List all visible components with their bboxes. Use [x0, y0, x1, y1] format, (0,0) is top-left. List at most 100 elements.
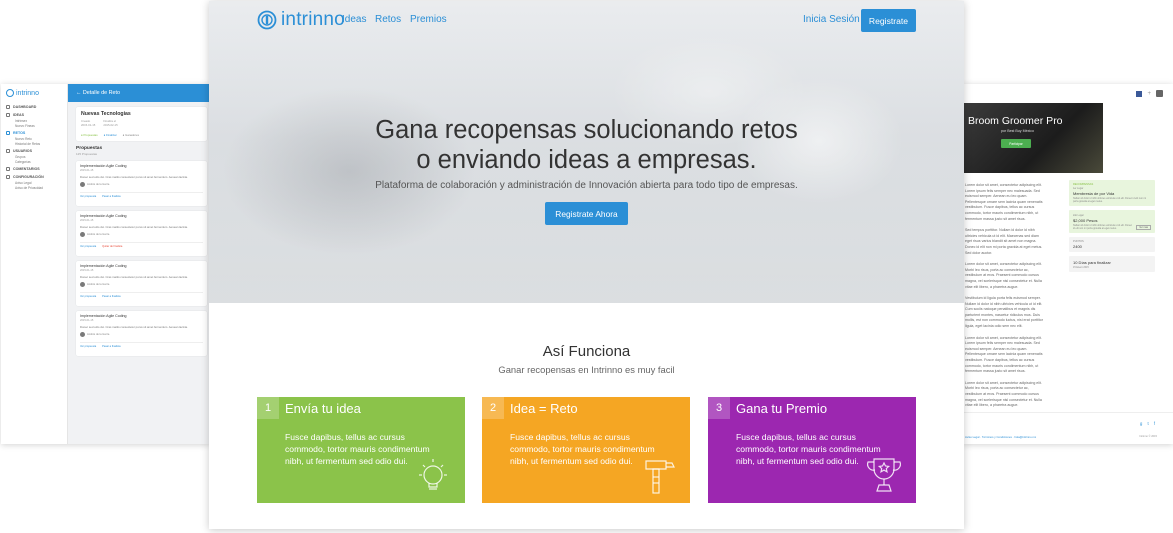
dashboard-screen: intrinno DASHBOARD IDEAS Intrinsex Nuevo Fi…: [1, 84, 210, 444]
dashboard-logo[interactable]: intrinno: [1, 84, 67, 102]
lightbulb-icon: [419, 459, 447, 490]
sidebar-subitem[interactable]: Aviso de Privacidad: [1, 185, 67, 190]
propuesta-title[interactable]: Implementación Agile Coding: [80, 164, 203, 168]
ver-propuesta-link[interactable]: Ver propuesta: [80, 245, 96, 248]
sidebar-section-dashboard[interactable]: DASHBOARD: [1, 102, 67, 110]
ver-propuesta-link[interactable]: Ver propuesta: [80, 345, 96, 348]
tag-propuestas[interactable]: ● Propuestas: [81, 133, 98, 137]
propuesta-title[interactable]: Implementación Agile Coding: [80, 264, 203, 268]
points-box: PUNTOS 2400: [1069, 237, 1155, 252]
sidebar-section-retos[interactable]: RETOS: [1, 128, 67, 136]
description-paragraph: Lorem dolor sit amet, consectetur adipis…: [965, 335, 1043, 374]
step-card-2: 2 Idea = Reto Fusce dapibus, tellus ac c…: [482, 397, 690, 503]
reto-card: Nuevas Tecnologias Creado 2015-01-15 Fina…: [76, 107, 207, 141]
author-name: Andrés de la Garza: [87, 232, 110, 236]
plus-icon[interactable]: +: [1147, 91, 1151, 97]
nav-link-retos[interactable]: Retos: [375, 14, 401, 25]
author-name: Andrés de la Garza: [87, 332, 110, 336]
tag-ganadores[interactable]: ● Ganadores: [123, 133, 139, 137]
section-icon: [6, 167, 10, 171]
hero-title-line2: o enviando ideas a empresas.: [416, 146, 757, 174]
sidebar-menu: DASHBOARD IDEAS Intrinsex Nuevo Fineas RETOS…: [1, 102, 67, 190]
top-navbar: intrinno Ideas Retos Premios Inicia Sesi…: [209, 1, 964, 41]
step-number: 3: [708, 397, 730, 419]
description-paragraph: Lorem dolor sit amet, consectetur adipis…: [965, 380, 1042, 408]
sidebar-section-configuración[interactable]: CONFIGURACIÓN: [1, 172, 67, 180]
hammer-icon: [645, 460, 675, 494]
ver-propuesta-link[interactable]: Ver propuesta: [80, 295, 96, 298]
description-paragraph: Lorem dolor sit amet, consectetur adipis…: [965, 262, 1042, 289]
login-link[interactable]: Inicia Sesión: [803, 14, 860, 25]
step-number: 1: [257, 397, 279, 419]
register-now-button[interactable]: Registrate Ahora: [545, 202, 628, 225]
avatar: [80, 331, 85, 337]
sidebar-section-comentarios[interactable]: COMENTARIOS: [1, 164, 67, 172]
step-title: Gana tu Premio: [736, 401, 828, 416]
step-title: Envía tu idea: [285, 401, 361, 416]
footer-copyright: Intrinno © 2015: [1139, 435, 1157, 438]
propuesta-date: 2015-01-15: [80, 268, 94, 272]
detail-header-title[interactable]: ← Detalle de Reto: [76, 90, 120, 96]
propuesta-text: Donec sed odio dui. Cras mattis consecte…: [80, 324, 188, 329]
step-card-3: 3 Gana tu Premio Fusce dapibus, tellus a…: [708, 397, 916, 503]
section-label: COMENTARIOS: [13, 167, 40, 171]
section-icon: [6, 131, 10, 135]
ver-propuesta-link[interactable]: Ver propuesta: [80, 195, 96, 198]
finalista-action-link[interactable]: Pasar a finalista: [102, 345, 120, 348]
tag-label: Propuestas: [83, 133, 98, 137]
description-paragraph: Vestibulum id ligula porta felis euismod…: [965, 296, 1043, 329]
register-button[interactable]: Registrate: [861, 9, 916, 32]
sidebar-section-usuarios[interactable]: USUARIOS: [1, 146, 67, 154]
ver-mas-button[interactable]: Ver mas: [1136, 225, 1151, 230]
section-icon: [6, 149, 10, 153]
finalista-action-link[interactable]: Pasar a finalista: [102, 295, 120, 298]
tag-finalizar[interactable]: ● Finalizar: [104, 133, 117, 137]
reward-footer: Aviso Legal · Términos y Condiciones · h…: [963, 412, 1173, 444]
logo-icon: [257, 10, 277, 30]
propuesta-actions: Ver propuesta Pasar a finalista: [80, 341, 203, 348]
section-label: IDEAS: [13, 113, 24, 117]
participar-button[interactable]: Participar: [1001, 139, 1031, 148]
landing-page: intrinno Ideas Retos Premios Inicia Sesi…: [209, 1, 964, 529]
dashboard-logo-text: intrinno: [16, 89, 39, 97]
social-icons[interactable]: g t f: [1140, 421, 1157, 426]
days-remaining: 10 Días para finalizar: [1073, 260, 1111, 265]
section-icon: [6, 175, 10, 179]
meta-value: 2015-02-15: [103, 123, 118, 127]
avatar[interactable]: [1156, 90, 1163, 97]
reward-description: Lorem dolor sit amet, consectetur adipis…: [965, 183, 1043, 415]
notification-icon[interactable]: [1136, 90, 1143, 97]
propuesta-text: Donec sed odio dui. Cras mattis consecte…: [80, 174, 188, 179]
propuesta-actions: Ver propuesta Quitar de finalista: [80, 241, 203, 248]
reward-detail-screen: + Broom Groomer Pro por Best Buy México …: [963, 84, 1173, 444]
propuesta-card: Implementación Agile Coding 2015-01-15 Don…: [76, 310, 207, 356]
finalista-action-link[interactable]: Pasar a finalista: [102, 195, 120, 198]
brand-name: intrinno: [281, 9, 345, 30]
propuesta-date: 2015-01-15: [80, 218, 94, 222]
meta-value: 2015-01-15: [81, 123, 96, 127]
avatar: [80, 181, 85, 187]
reward-desc-row: Nullam id dolor id nibh ultricies vehicu…: [1073, 223, 1151, 230]
avatar: [80, 231, 85, 237]
propuesta-title[interactable]: Implementación Agile Coding: [80, 214, 203, 218]
nav-link-ideas[interactable]: Ideas: [342, 14, 366, 25]
brand-logo[interactable]: intrinno: [257, 9, 345, 31]
propuesta-text: Donec sed odio dui. Cras mattis consecte…: [80, 274, 188, 279]
step-card-1: 1 Envía tu idea Fusce dapibus, tellus ac…: [257, 397, 465, 503]
section-icon: [6, 105, 10, 109]
dashboard-main: ← Detalle de Reto Nuevas Tecnologias Cre…: [68, 84, 210, 444]
hero-section: intrinno Ideas Retos Premios Inicia Sesi…: [209, 1, 964, 303]
reto-tags: ● Propuestas ● Finalizar ● Ganadores: [81, 133, 202, 137]
propuesta-author: Andrés de la Garza: [80, 331, 203, 337]
author-name: Andrés de la Garza: [87, 182, 110, 186]
finalista-action-link[interactable]: Quitar de finalista: [102, 245, 122, 248]
detail-header[interactable]: ← Detalle de Reto: [68, 84, 210, 102]
propuesta-actions: Ver propuesta Pasar a finalista: [80, 191, 203, 198]
sidebar-section-ideas[interactable]: IDEAS: [1, 110, 67, 118]
propuesta-date: 2015-01-15: [80, 318, 94, 322]
propuesta-title[interactable]: Implementación Agile Coding: [80, 314, 203, 318]
nav-link-premios[interactable]: Premios: [410, 14, 447, 25]
reward-sidebar: RECOMPENSAS 1er Lugar Membresia de por V…: [1069, 180, 1155, 276]
footer-links[interactable]: Aviso Legal · Términos y Condiciones · h…: [965, 435, 1036, 439]
propuestas-count: 125 Propuestas: [76, 151, 98, 156]
